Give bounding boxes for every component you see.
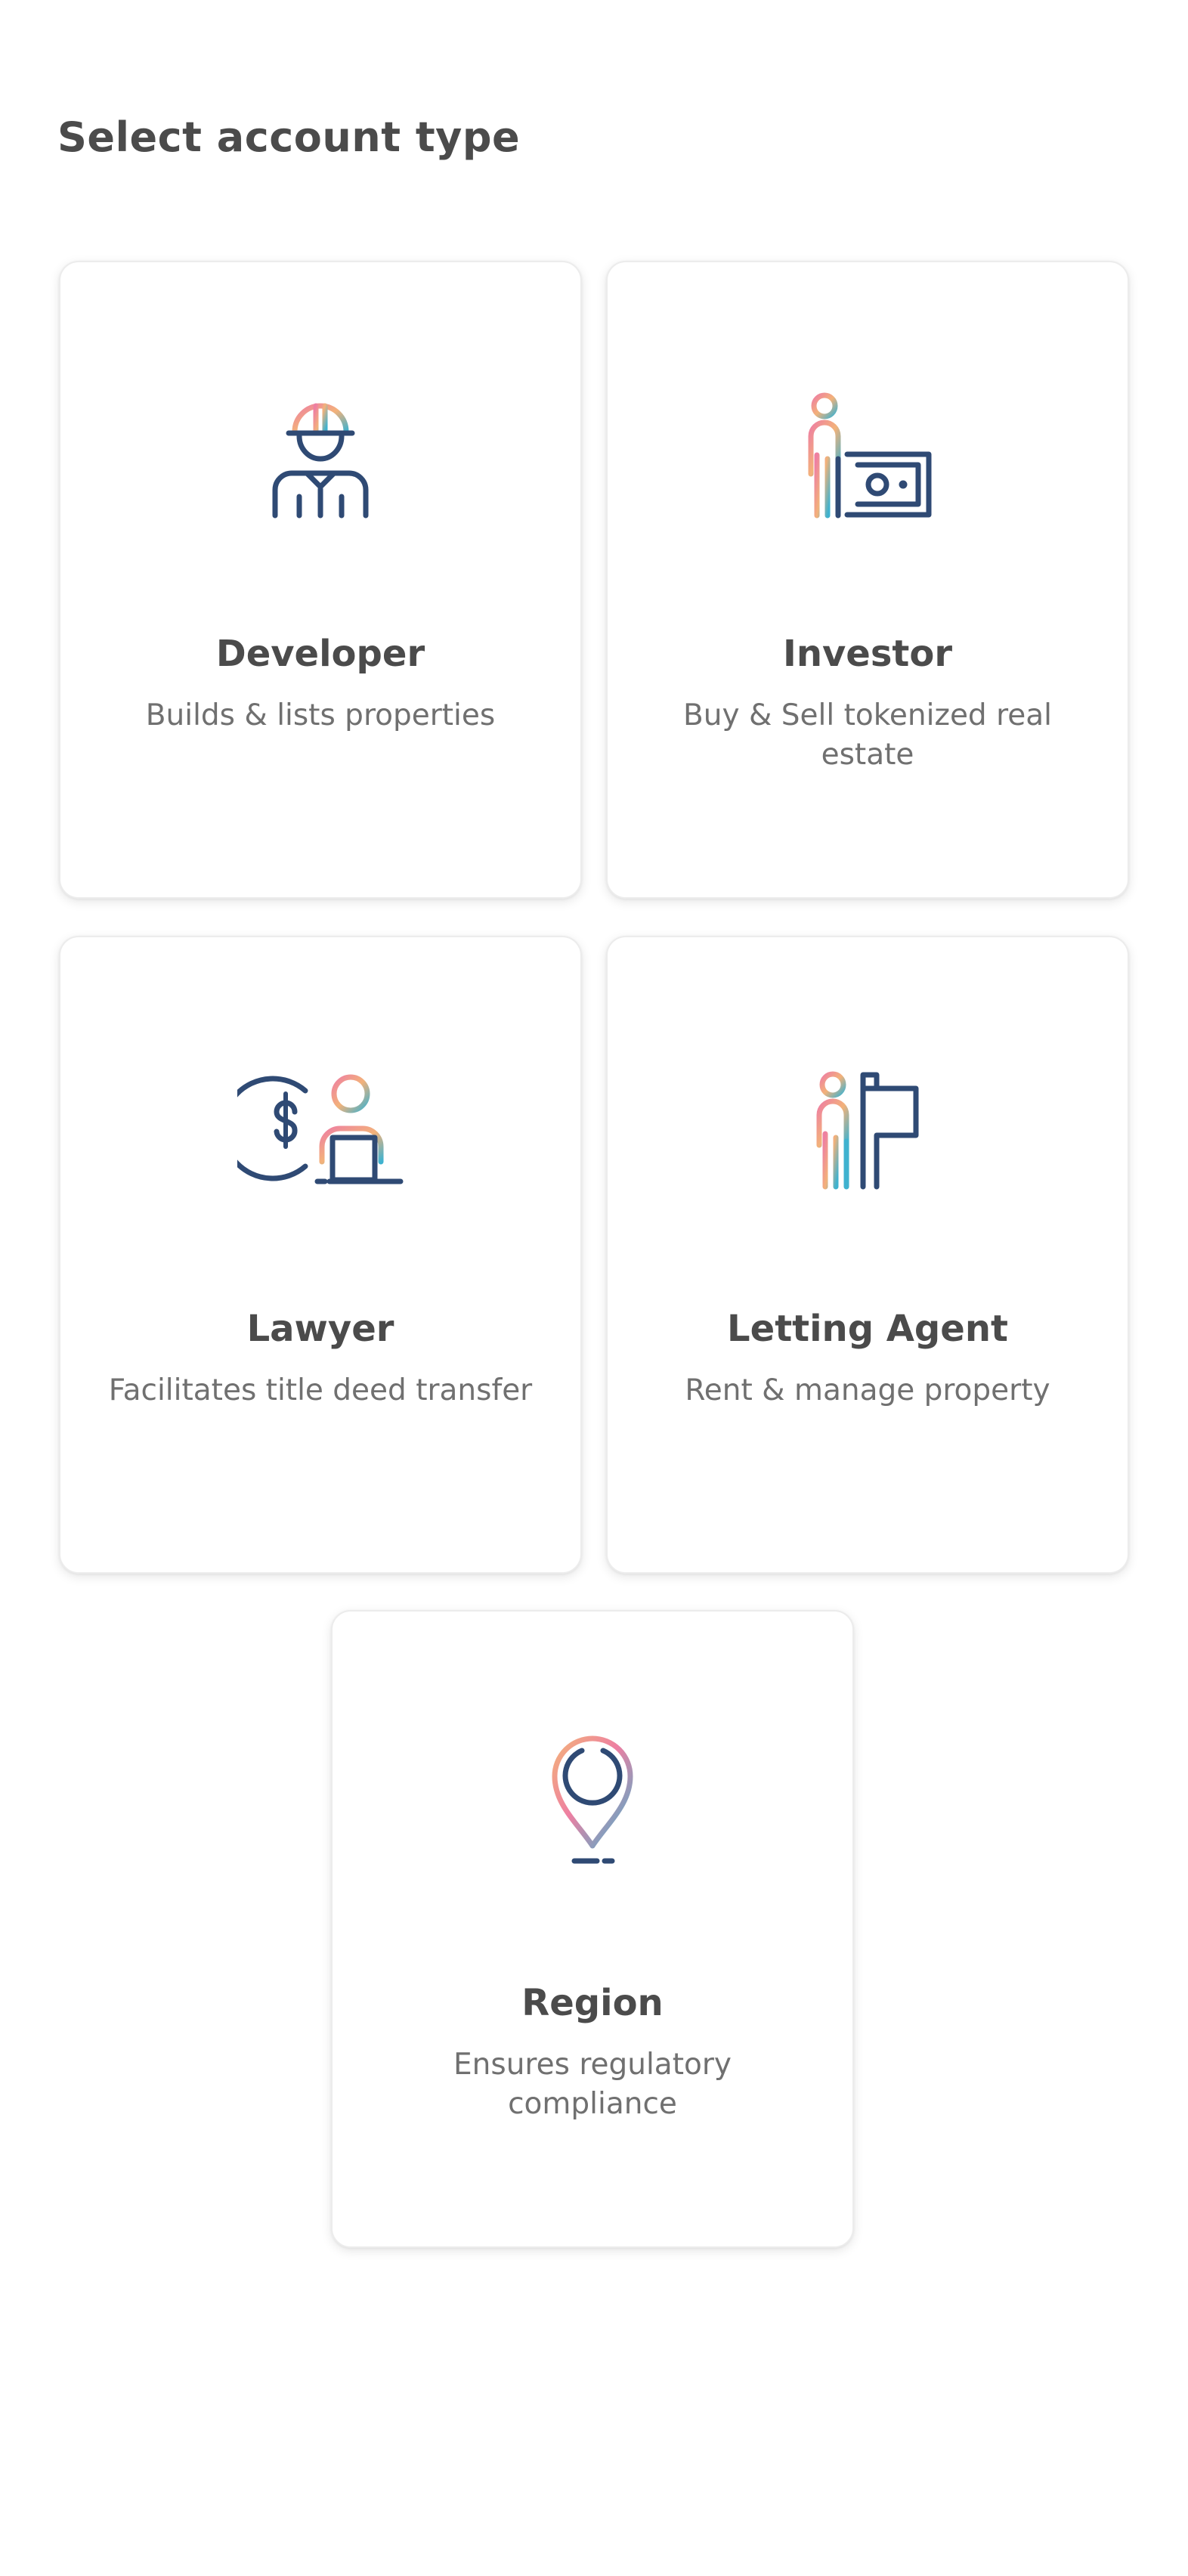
account-type-description: Facilitates title deed transfer — [108, 1373, 533, 1407]
account-type-letting-agent-card[interactable]: Letting Agent Rent & manage property — [606, 936, 1129, 1574]
account-type-description: Ensures regulatory compliance — [453, 2048, 732, 2121]
account-type-description: Buy & Sell tokenized real estate — [683, 698, 1052, 772]
account-type-lawyer-card[interactable]: Lawyer Facilitates title deed transfer — [59, 936, 582, 1574]
account-type-title: Developer — [215, 633, 425, 675]
account-type-developer-card[interactable]: Developer Builds & lists properties — [59, 261, 582, 899]
region-location-pin-icon — [333, 1725, 852, 1876]
developer-hardhat-icon — [60, 376, 580, 527]
account-type-investor-card[interactable]: Investor Buy & Sell tokenized real estat… — [606, 261, 1129, 899]
account-type-region-card[interactable]: Region Ensures regulatory compliance — [331, 1610, 854, 2248]
letting-agent-sign-icon — [608, 1051, 1128, 1202]
account-type-title: Lawyer — [246, 1308, 394, 1350]
lawyer-laptop-dollar-icon — [60, 1051, 580, 1202]
page-title: Select account type — [57, 113, 521, 161]
account-type-description: Builds & lists properties — [145, 698, 496, 732]
account-type-description: Rent & manage property — [685, 1373, 1050, 1407]
account-type-title: Investor — [782, 633, 953, 675]
account-type-title: Region — [521, 1982, 664, 2024]
investor-money-icon — [608, 376, 1128, 527]
account-type-title: Letting Agent — [727, 1308, 1008, 1350]
